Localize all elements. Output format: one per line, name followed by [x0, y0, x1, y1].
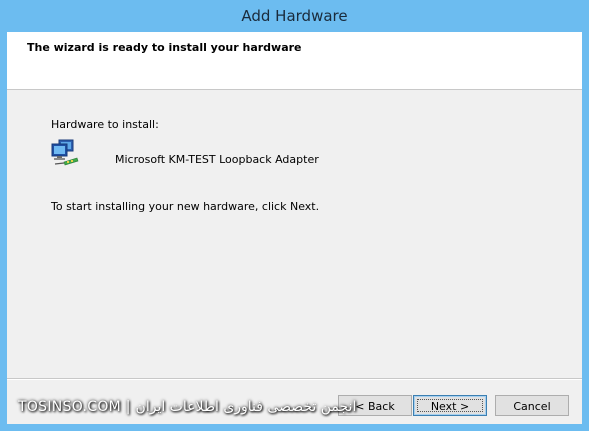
network-adapter-icon [50, 138, 80, 170]
watermark-text: TOSINSO.COM | انجمن تخصصی فناوری اطلاعات… [18, 399, 357, 415]
device-name: Microsoft KM-TEST Loopback Adapter [115, 153, 319, 166]
wizard-header: The wizard is ready to install your hard… [7, 32, 582, 90]
next-button[interactable]: Next > [413, 395, 487, 416]
cancel-button[interactable]: Cancel [495, 395, 569, 416]
window-title: Add Hardware [241, 7, 348, 25]
focus-rectangle [417, 399, 483, 412]
add-hardware-window: Add Hardware The wizard is ready to inst… [0, 0, 589, 431]
wizard-header-title: The wizard is ready to install your hard… [27, 41, 302, 54]
instruction-text: To start installing your new hardware, c… [51, 200, 320, 213]
title-bar[interactable]: Add Hardware [0, 0, 589, 32]
wizard-page: The wizard is ready to install your hard… [7, 32, 582, 424]
hardware-to-install-label: Hardware to install: [51, 118, 159, 131]
footer-separator [7, 378, 582, 380]
